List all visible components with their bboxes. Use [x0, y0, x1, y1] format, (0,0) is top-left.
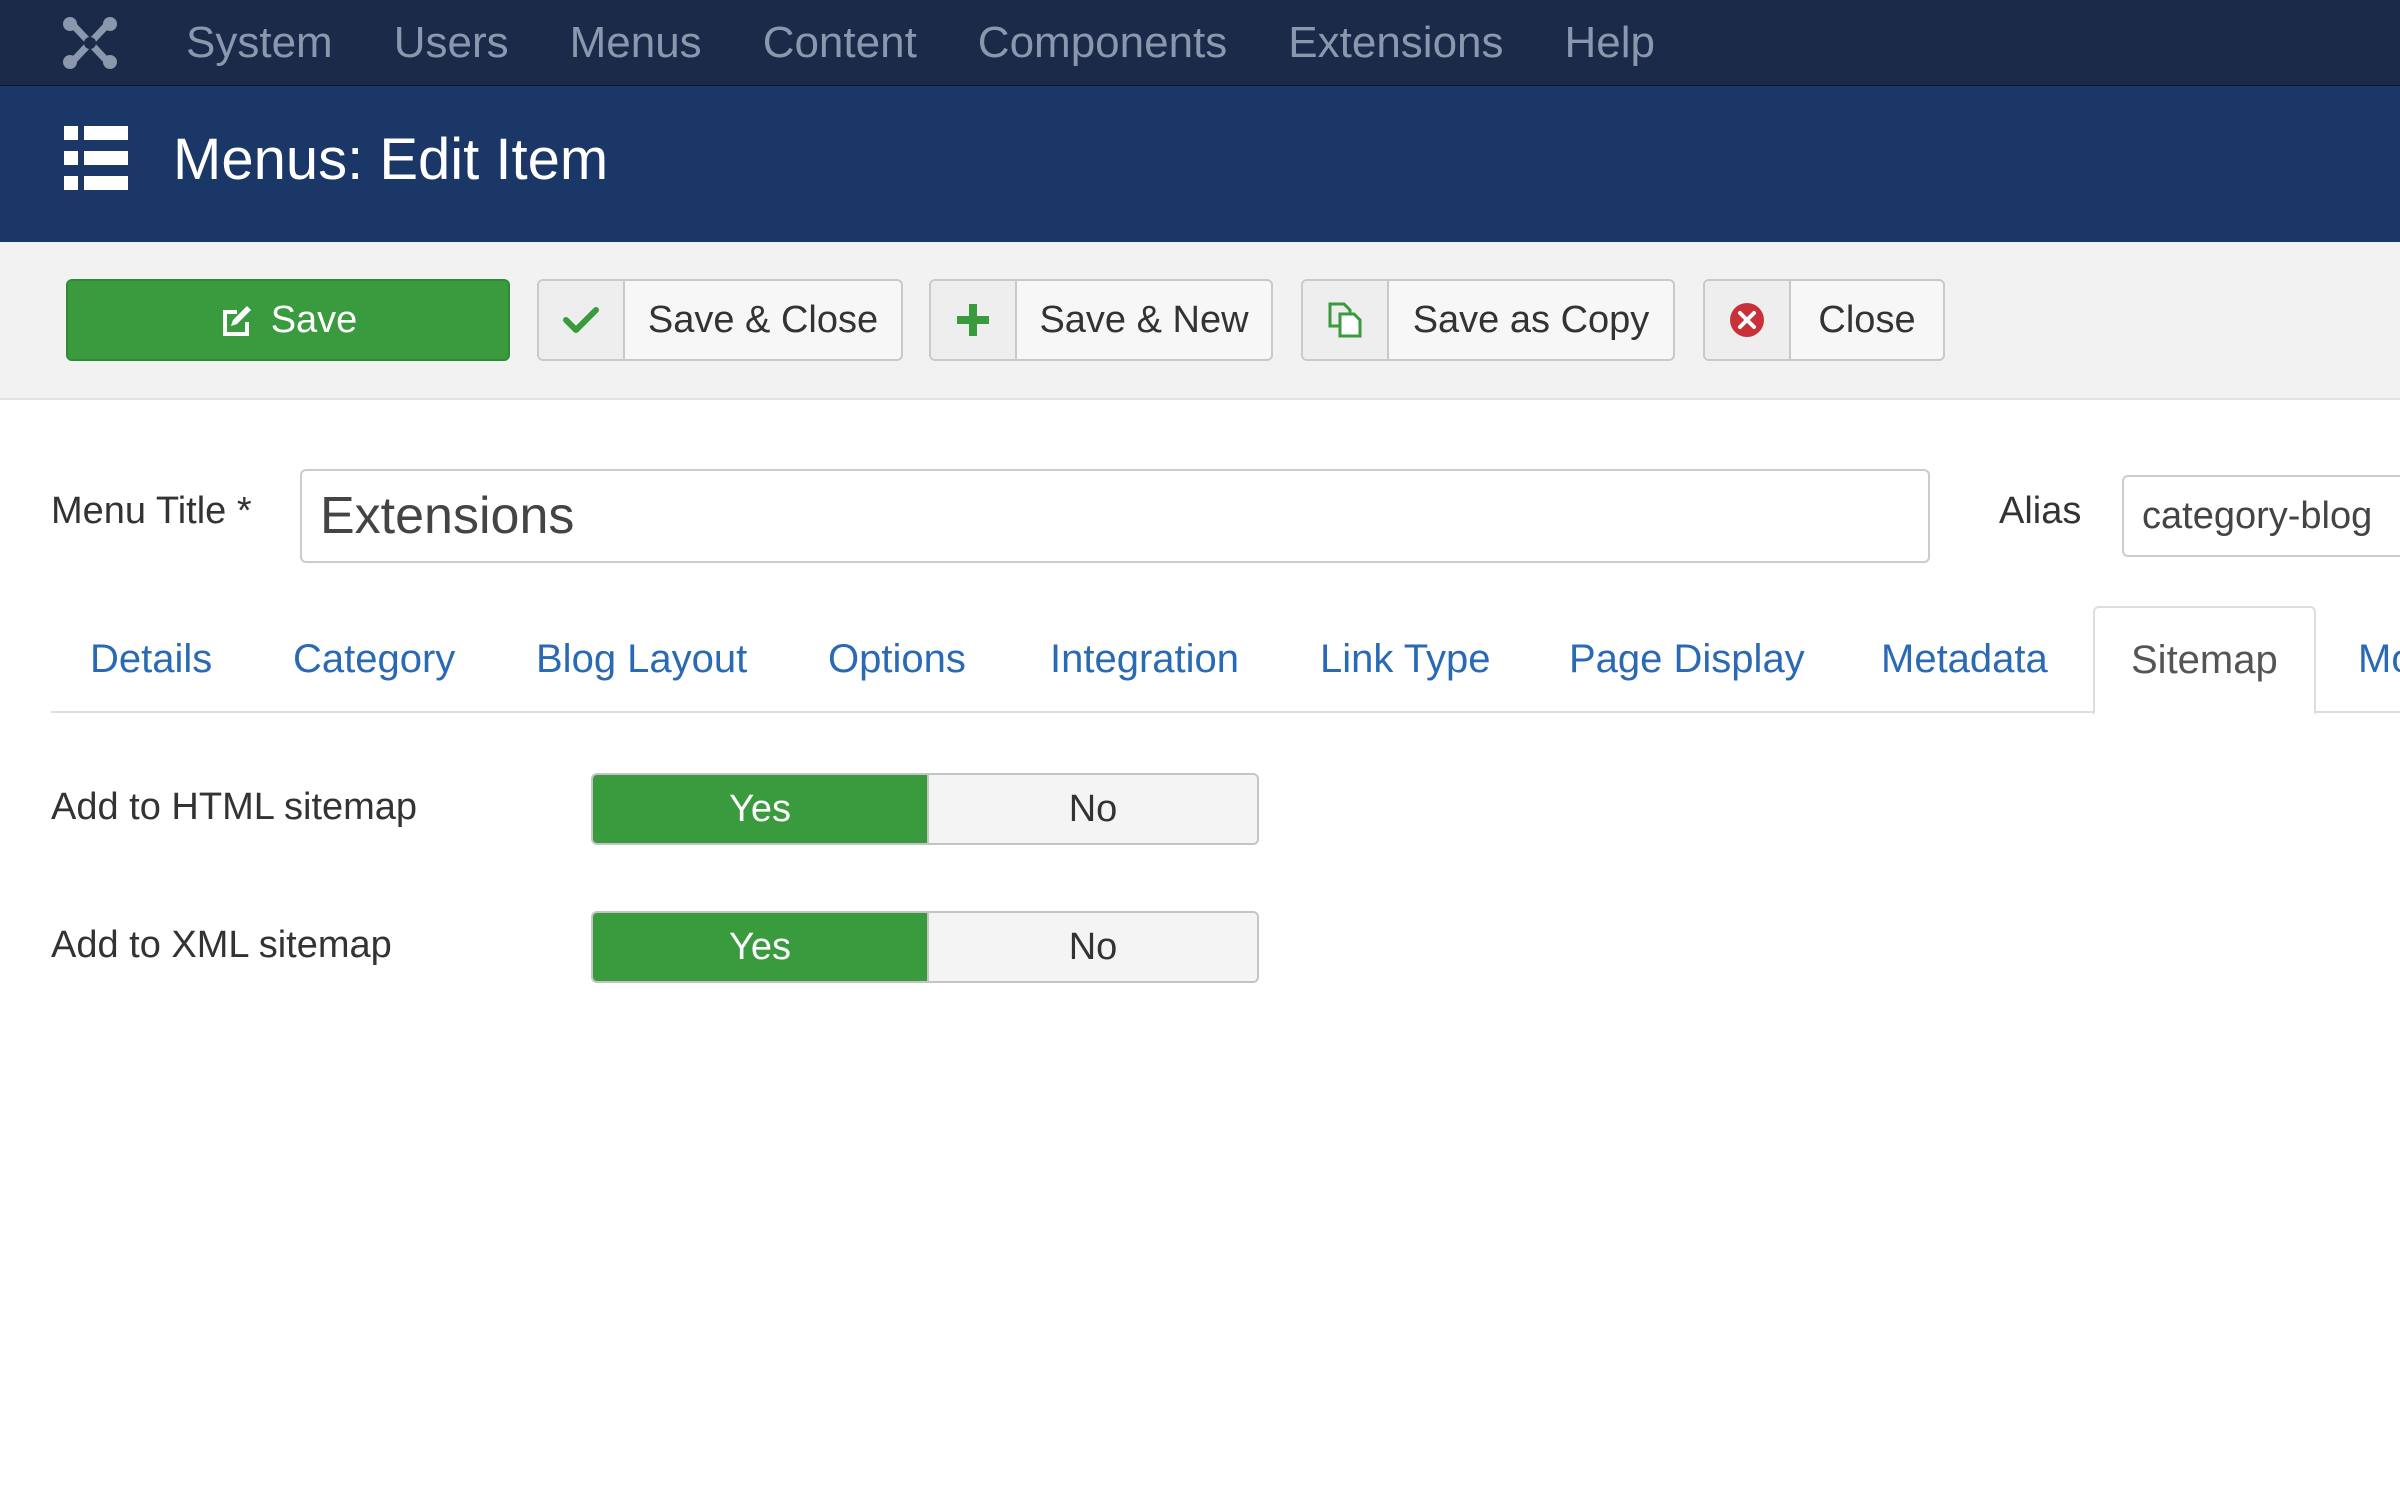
tab-sitemap[interactable]: Sitemap	[2093, 606, 2316, 715]
tab-page-display[interactable]: Page Display	[1569, 605, 1805, 713]
nav-item-help[interactable]: Help	[1565, 18, 1656, 68]
nav-item-content[interactable]: Content	[763, 18, 917, 68]
save-button-label: Save	[270, 298, 358, 341]
nav-item-users[interactable]: Users	[394, 18, 509, 68]
xml-sitemap-no-option[interactable]: No	[927, 913, 1257, 981]
alias-input[interactable]	[2122, 475, 2400, 557]
joomla-logo-icon[interactable]	[60, 14, 120, 72]
save-close-button[interactable]: Save & Close	[537, 279, 903, 361]
main-menu: System Users Menus Content Components Ex…	[186, 0, 1716, 86]
tab-link-type[interactable]: Link Type	[1320, 605, 1491, 713]
tab-integration[interactable]: Integration	[1050, 605, 1239, 713]
nav-item-extensions[interactable]: Extensions	[1288, 18, 1503, 68]
plus-icon	[931, 281, 1017, 359]
alias-label: Alias	[1999, 490, 2082, 532]
edit-icon	[222, 306, 251, 336]
list-icon	[64, 126, 128, 190]
html-sitemap-label: Add to HTML sitemap	[51, 786, 418, 828]
check-icon	[539, 281, 625, 359]
page-title: Menus: Edit Item	[173, 127, 609, 192]
edit-tabs: Details Category Blog Layout Options Int…	[51, 605, 2400, 715]
xml-sitemap-toggle: Yes No	[591, 911, 1259, 983]
menu-title-label: Menu Title *	[51, 490, 252, 532]
tab-options[interactable]: Options	[828, 605, 966, 713]
page-header: Menus: Edit Item	[0, 86, 2400, 242]
save-close-label: Save & Close	[647, 298, 879, 341]
save-new-button[interactable]: Save & New	[929, 279, 1273, 361]
tab-more[interactable]: Mo	[2358, 605, 2400, 713]
html-sitemap-toggle: Yes No	[591, 773, 1259, 845]
tab-metadata[interactable]: Metadata	[1881, 605, 2048, 713]
html-sitemap-no-option[interactable]: No	[927, 775, 1257, 843]
tab-details[interactable]: Details	[90, 605, 212, 713]
nav-item-menus[interactable]: Menus	[570, 18, 702, 68]
save-as-copy-label: Save as Copy	[1412, 298, 1650, 341]
html-sitemap-yes-option[interactable]: Yes	[593, 775, 927, 843]
save-button[interactable]: Save	[66, 279, 510, 361]
close-icon	[1705, 281, 1791, 359]
nav-item-components[interactable]: Components	[978, 18, 1227, 68]
close-button[interactable]: Close	[1703, 279, 1945, 361]
nav-item-system[interactable]: System	[186, 18, 333, 68]
toolbar: Save Save & Close Save & New Save as Cop…	[0, 242, 2400, 400]
tab-blog-layout[interactable]: Blog Layout	[536, 605, 747, 713]
tab-category[interactable]: Category	[293, 605, 455, 713]
top-navbar: System Users Menus Content Components Ex…	[0, 0, 2400, 86]
xml-sitemap-yes-option[interactable]: Yes	[593, 913, 927, 981]
close-label: Close	[1818, 298, 1916, 341]
menu-title-input[interactable]	[300, 469, 1930, 563]
save-as-copy-button[interactable]: Save as Copy	[1301, 279, 1675, 361]
xml-sitemap-label: Add to XML sitemap	[51, 924, 392, 966]
copy-icon	[1303, 281, 1389, 359]
save-new-label: Save & New	[1039, 298, 1249, 341]
